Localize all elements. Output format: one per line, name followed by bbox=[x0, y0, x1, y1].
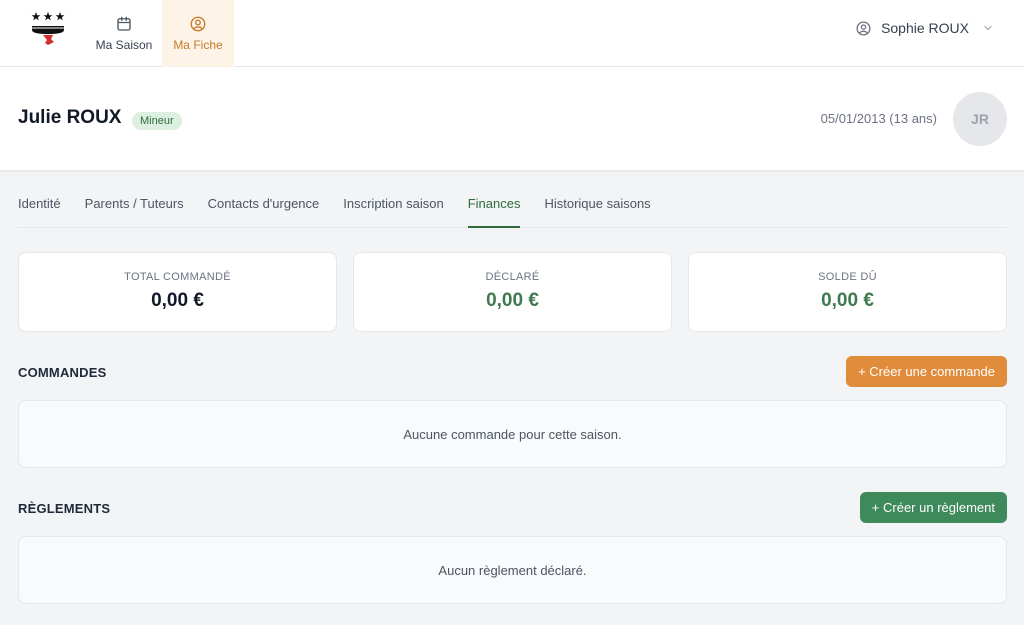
create-order-button[interactable]: + Créer une commande bbox=[846, 356, 1007, 387]
nav-item-ma-fiche[interactable]: Ma Fiche bbox=[162, 0, 234, 67]
chevron-down-icon bbox=[984, 25, 992, 31]
user-menu[interactable]: Sophie ROUX bbox=[855, 18, 994, 38]
tab-inscription-saison[interactable]: Inscription saison bbox=[343, 186, 443, 228]
tab-finances[interactable]: Finances bbox=[467, 186, 521, 228]
avatar: JR bbox=[953, 92, 1007, 146]
club-logo[interactable] bbox=[28, 10, 68, 50]
tab-historique-saisons[interactable]: Historique saisons bbox=[544, 186, 650, 228]
section-title-commandes: COMMANDES bbox=[18, 365, 107, 380]
stat-label: SOLDE DÛ bbox=[818, 271, 877, 283]
top-navbar: Ma Saison Ma Fiche Sophie ROUX bbox=[0, 0, 1024, 67]
user-name: Sophie ROUX bbox=[881, 20, 969, 36]
orders-empty-state: Aucune commande pour cette saison. bbox=[18, 400, 1007, 468]
user-circle-icon bbox=[190, 16, 206, 32]
birth-date: 05/01/2013 (13 ans) bbox=[820, 111, 937, 126]
tab-identite[interactable]: Identité bbox=[18, 186, 61, 228]
payments-empty-state: Aucun règlement déclaré. bbox=[18, 536, 1007, 604]
stat-card-declare: DÉCLARÉ 0,00 € bbox=[353, 252, 672, 332]
profile-header: Julie ROUX Mineur 05/01/2013 (13 ans) JR bbox=[0, 67, 1024, 171]
tab-contacts-urgence[interactable]: Contacts d'urgence bbox=[208, 186, 320, 228]
section-title-reglements: RÈGLEMENTS bbox=[18, 501, 111, 516]
stat-value: 0,00 € bbox=[486, 290, 539, 311]
status-badge: Mineur bbox=[132, 112, 182, 130]
user-circle-icon bbox=[856, 20, 871, 36]
nav-item-label: Ma Saison bbox=[95, 38, 153, 52]
club-crest-icon bbox=[31, 12, 65, 45]
stat-card-total-commande: TOTAL COMMANDÉ 0,00 € bbox=[18, 252, 337, 332]
stat-label: DÉCLARÉ bbox=[485, 271, 540, 283]
person-name: Julie ROUX bbox=[18, 107, 122, 128]
nav-item-ma-saison[interactable]: Ma Saison bbox=[86, 0, 162, 67]
stat-value: 0,00 € bbox=[821, 290, 874, 311]
create-payment-button[interactable]: + Créer un règlement bbox=[859, 492, 1007, 523]
calendar-icon bbox=[117, 16, 131, 31]
stat-value: 0,00 € bbox=[151, 290, 204, 311]
tab-parents-tuteurs[interactable]: Parents / Tuteurs bbox=[85, 186, 184, 228]
nav-item-label: Ma Fiche bbox=[173, 38, 223, 52]
stat-label: TOTAL COMMANDÉ bbox=[124, 271, 231, 283]
stat-card-solde-du: SOLDE DÛ 0,00 € bbox=[688, 252, 1007, 332]
profile-tabs: Identité Parents / Tuteurs Contacts d'ur… bbox=[18, 186, 1007, 228]
